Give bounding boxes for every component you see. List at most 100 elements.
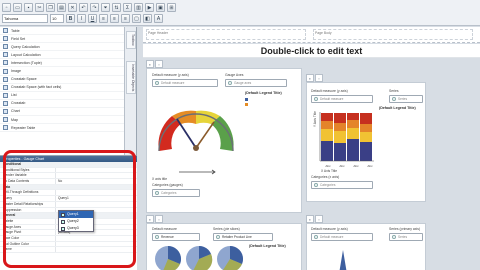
undo-icon[interactable]: ↶	[79, 3, 88, 12]
lock-icon[interactable]: ▫	[155, 60, 163, 68]
gauge-legend-title[interactable]: (Default Legend Title)	[245, 91, 282, 95]
bar-3-navy	[347, 139, 359, 161]
property-row[interactable]: Name	[0, 247, 137, 253]
toolbox-item-label: Crosstab Space	[11, 77, 37, 82]
dropdown-option[interactable]: Query1	[59, 211, 93, 218]
gauge-axes-dropzone[interactable]: Gauge axes	[225, 79, 287, 87]
dropzone-icon	[155, 235, 159, 239]
list-icon	[3, 92, 8, 98]
toolbox-item[interactable]: Layout Calculation	[0, 51, 124, 60]
bar-legend-title[interactable]: (Default Legend Title)	[379, 106, 416, 110]
property-value[interactable]: No	[56, 179, 137, 184]
bar-categories-dropzone[interactable]: Categories	[311, 181, 373, 189]
bold-icon[interactable]: B	[66, 14, 75, 23]
toolbox-item[interactable]: List	[0, 92, 124, 100]
gauge-axes-placeholder: Gauge axes	[234, 81, 252, 85]
property-value[interactable]	[56, 247, 137, 252]
toolbox-item[interactable]: Field Set	[0, 35, 124, 44]
bar-measure-dropzone[interactable]: Default measure	[311, 95, 373, 103]
container-select-icon[interactable]: ▪	[306, 74, 314, 82]
dropdown-option[interactable]: Query3	[59, 225, 93, 232]
toolbox-item[interactable]: Crosstab Space (with fact cells)	[0, 84, 124, 92]
gauge-measure-dropzone[interactable]: Default measure	[152, 79, 218, 87]
query-dropdown-list[interactable]: Query1 Query2 Query3	[58, 210, 94, 232]
header-slot-right[interactable]: Page Body	[313, 29, 473, 40]
dropdown-option-label: Query2	[67, 219, 79, 223]
redo-icon[interactable]: ↷	[90, 3, 99, 12]
background-color-icon[interactable]: ◧	[143, 14, 152, 23]
lock-icon[interactable]: ▫	[315, 215, 323, 223]
toolbox-item[interactable]: Map	[0, 116, 124, 125]
new-icon[interactable]: ▫	[2, 3, 11, 12]
align-center-icon[interactable]: ≡	[110, 14, 119, 23]
chart-icon[interactable]: ▥	[134, 3, 143, 12]
area-series-dropzone[interactable]: Series	[389, 233, 423, 241]
tab-toolbox[interactable]: Toolbox	[126, 31, 136, 49]
underline-icon[interactable]: U	[88, 14, 97, 23]
container-select-icon[interactable]: ▪	[306, 215, 314, 223]
toolbox-item[interactable]: Chart	[0, 108, 124, 117]
property-value[interactable]	[56, 236, 137, 241]
property-value[interactable]	[56, 202, 137, 207]
toolbox-item[interactable]: Crosstab Space	[0, 76, 124, 84]
stacked-bar-chart-panel[interactable]: ▪ ▫ Default measure (y axis) Series Defa…	[306, 74, 426, 202]
paste-icon[interactable]: ▤	[57, 3, 66, 12]
property-name: Conditional	[0, 162, 137, 167]
property-value[interactable]: Query1	[56, 196, 137, 201]
pie-legend-title[interactable]: (Default Legend Title)	[249, 244, 286, 248]
toolbox-item[interactable]: Query Calculation	[0, 43, 124, 52]
container-select-icon[interactable]: ▪	[146, 60, 154, 68]
font-name-select[interactable]: Tahoma	[2, 14, 48, 23]
lock-icon[interactable]: ▣	[156, 3, 165, 12]
copy-icon[interactable]: ❐	[46, 3, 55, 12]
bar-y-axis-title[interactable]: Y Axis Title	[313, 111, 317, 127]
property-value[interactable]	[56, 173, 137, 178]
area-measure-dropzone[interactable]: Default measure	[311, 233, 373, 241]
bar-2-navy	[334, 143, 346, 161]
align-left-icon[interactable]: ≡	[99, 14, 108, 23]
italic-icon[interactable]: I	[77, 14, 86, 23]
lock-icon[interactable]: ▫	[315, 74, 323, 82]
bar-x-axis-title[interactable]: X Axis Title	[321, 169, 337, 173]
group-icon[interactable]: ⊞	[167, 3, 176, 12]
sort-icon[interactable]: ⇅	[112, 3, 121, 12]
header-slot-left[interactable]: Page Header	[146, 29, 306, 40]
toolbox-item[interactable]: Table	[0, 27, 124, 36]
open-icon[interactable]: ▭	[13, 3, 22, 12]
delete-icon[interactable]: ✕	[68, 3, 77, 12]
bar-series-dropzone[interactable]: Series	[389, 95, 423, 103]
gauge-chart-panel[interactable]: ▪ ▫ Default measure (y axis) Gauge Axes …	[146, 60, 302, 213]
cut-icon[interactable]: ✂	[35, 3, 44, 12]
toolbox-item[interactable]: Intersection (Tuple)	[0, 59, 124, 68]
align-right-icon[interactable]: ≡	[121, 14, 130, 23]
pie-chart-panel[interactable]: ▪ ▫ Default measure Series (pie slices) …	[146, 215, 302, 270]
tab-insertable-objects[interactable]: Insertable Objects	[126, 61, 136, 95]
bar-1	[321, 113, 333, 161]
font-color-icon[interactable]: A	[154, 14, 163, 23]
property-value[interactable]	[56, 242, 137, 247]
font-size-select[interactable]: 10	[50, 14, 64, 23]
property-value[interactable]	[56, 168, 137, 173]
property-value[interactable]	[56, 190, 137, 195]
report-title[interactable]: Double-click to edit text	[143, 44, 480, 58]
save-icon[interactable]: ▪	[24, 3, 33, 12]
report-canvas[interactable]: Page Header Page Body Double-click to ed…	[138, 27, 480, 270]
gauge-axis-title[interactable]: X axis title	[152, 177, 167, 181]
border-icon[interactable]: ▢	[132, 14, 141, 23]
container-select-icon[interactable]: ▪	[146, 215, 154, 223]
gauge-categories-dropzone[interactable]: Categories	[152, 189, 200, 197]
pie-series-dropzone[interactable]: Retailer Product Line	[213, 233, 273, 241]
filter-icon[interactable]: ⏷	[101, 3, 110, 12]
toolbox-item-label: Crosstab	[11, 101, 26, 106]
run-report-icon[interactable]: ▶	[145, 3, 154, 12]
toolbox-item[interactable]: Repeater Table	[0, 124, 124, 133]
toolbox-item[interactable]: Image	[0, 67, 124, 76]
summarize-icon[interactable]: Σ	[123, 3, 132, 12]
area-chart-panel[interactable]: ▪ ▫ Default measure (y axis) Series (pri…	[306, 215, 426, 270]
toolbox-item[interactable]: Crosstab	[0, 100, 124, 108]
area-measure-label: Default measure (y axis)	[311, 227, 348, 231]
pie-measure-dropzone[interactable]: Revenue	[152, 233, 200, 241]
property-name: Suppression	[0, 207, 56, 213]
lock-icon[interactable]: ▫	[155, 215, 163, 223]
dropdown-option[interactable]: Query2	[59, 218, 93, 225]
